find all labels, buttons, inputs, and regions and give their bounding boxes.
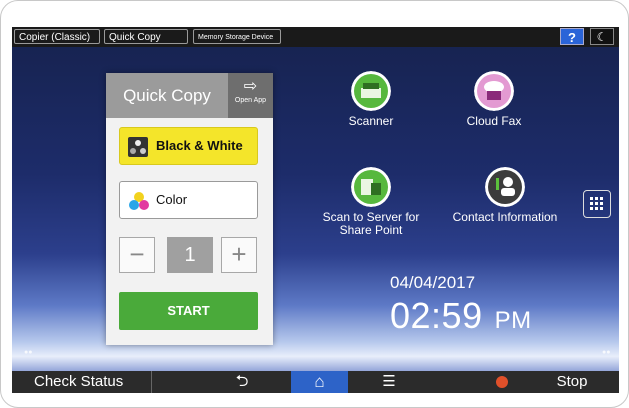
tab-quick-copy[interactable]: Quick Copy — [104, 29, 188, 44]
color-label: Color — [156, 192, 188, 207]
app-scan-to-server-label: Scan to Server for Share Point — [322, 210, 420, 237]
home-icon: ⌂ — [314, 372, 325, 391]
app-cloud-fax[interactable]: Cloud Fax — [429, 71, 559, 128]
app-grid-icon — [590, 197, 603, 210]
decrease-copies-button[interactable]: − — [119, 237, 155, 273]
tab-memory-storage-device[interactable]: Memory Storage Device — [193, 29, 281, 44]
menu-icon: ☰ — [382, 373, 396, 390]
app-grid-button[interactable] — [583, 190, 611, 218]
panel-screen: Copier (Classic) Quick Copy Memory Stora… — [12, 27, 619, 393]
time-display: 02:59 PM — [390, 295, 532, 337]
open-app-label: Open App — [234, 97, 267, 104]
widget-header: Quick Copy ⇨ Open App — [106, 73, 273, 118]
app-contact-information-label: Contact Information — [452, 210, 558, 224]
stop-button[interactable]: Stop — [542, 371, 602, 393]
app-scan-to-server[interactable]: Scan to Server for Share Point — [306, 167, 436, 237]
stop-icon[interactable] — [496, 376, 508, 388]
scan-to-server-icon — [351, 167, 391, 207]
quick-copy-widget: Quick Copy ⇨ Open App Black & White Colo… — [106, 73, 273, 345]
menu-button[interactable]: ☰ — [369, 371, 409, 393]
night-mode-button[interactable]: ☾ — [590, 28, 614, 45]
moon-icon: ☾ — [596, 30, 608, 44]
scanner-icon — [351, 71, 391, 111]
open-app-icon: ⇨ — [243, 78, 258, 95]
home-button[interactable]: ⌂ — [291, 371, 348, 393]
app-scanner-label: Scanner — [348, 114, 394, 128]
back-arrow-icon: ⮌ — [235, 373, 249, 390]
cloud-fax-icon — [474, 71, 514, 111]
open-app-button[interactable]: ⇨ Open App — [228, 73, 273, 118]
black-white-label: Black & White — [156, 138, 243, 153]
page-indicator-left: ●● — [24, 349, 33, 356]
bottom-bar: Check Status ⮌ ⌂ ☰ Stop — [12, 371, 619, 393]
contact-info-icon — [485, 167, 525, 207]
top-bar: Copier (Classic) Quick Copy Memory Stora… — [12, 27, 619, 47]
check-status-button[interactable]: Check Status — [12, 371, 152, 393]
increase-copies-button[interactable]: + — [221, 237, 257, 273]
app-cloud-fax-label: Cloud Fax — [466, 114, 522, 128]
tab-copier-classic[interactable]: Copier (Classic) — [14, 29, 100, 44]
date-display: 04/04/2017 — [390, 273, 476, 292]
back-button[interactable]: ⮌ — [222, 371, 262, 393]
color-icon — [128, 191, 150, 211]
color-button[interactable]: Color — [119, 181, 258, 219]
widget-title: Quick Copy — [123, 86, 211, 105]
device-frame: Copier (Classic) Quick Copy Memory Stora… — [0, 0, 629, 408]
start-button[interactable]: START — [119, 292, 258, 330]
time-ampm: PM — [494, 307, 532, 334]
help-button[interactable]: ? — [560, 28, 584, 45]
copies-count: 1 — [167, 237, 213, 273]
page-indicator-right: ●● — [602, 349, 611, 356]
time-value: 02:59 — [390, 295, 483, 336]
black-white-icon — [128, 137, 148, 157]
black-white-button[interactable]: Black & White — [119, 127, 258, 165]
app-scanner[interactable]: Scanner — [306, 71, 436, 128]
app-contact-information[interactable]: Contact Information — [440, 167, 570, 224]
